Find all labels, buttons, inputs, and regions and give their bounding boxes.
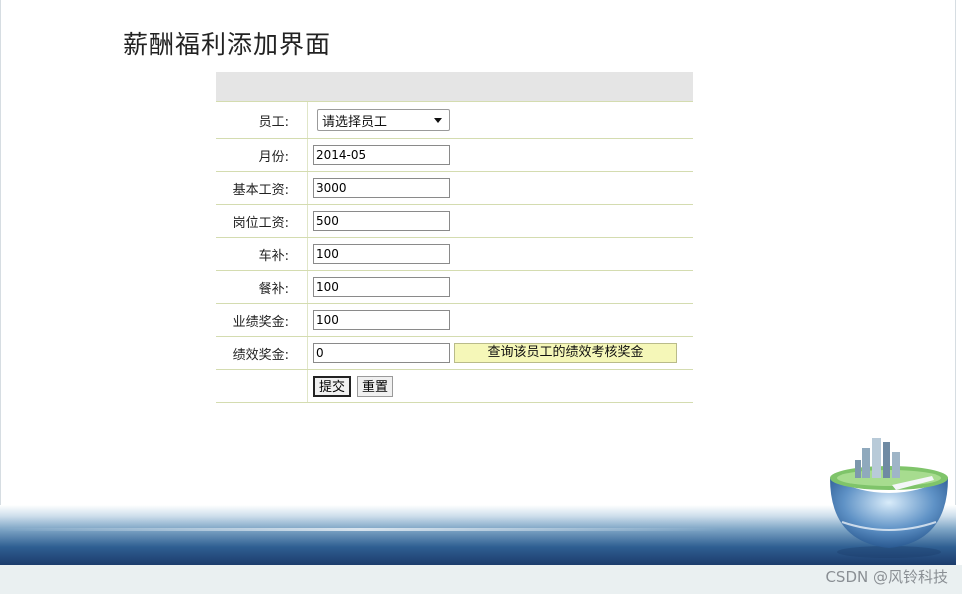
performance-bonus-input[interactable] — [313, 310, 450, 330]
meal-allowance-input[interactable] — [313, 277, 450, 297]
form-row-car-allowance: 车补: — [216, 238, 693, 271]
page-title: 薪酬福利添加界面 — [123, 30, 332, 59]
form-row-performance-bonus: 业绩奖金: — [216, 304, 693, 337]
employee-select-value: 请选择员工 — [322, 114, 388, 130]
month-input[interactable] — [313, 145, 450, 165]
base-salary-input[interactable] — [313, 178, 450, 198]
merit-bonus-label: 绩效奖金: — [216, 337, 308, 369]
meal-allowance-label: 餐补: — [216, 271, 308, 303]
performance-bonus-label: 业绩奖金: — [216, 304, 308, 336]
employee-label: 员工: — [216, 102, 308, 138]
form-row-actions: 提交 重置 — [216, 370, 693, 403]
footer-light-streak — [0, 528, 720, 531]
salary-form: 员工: 请选择员工 月份: 基本工资: 岗位工资: 车补: 餐补: — [216, 72, 693, 403]
form-row-position-salary: 岗位工资: — [216, 205, 693, 238]
form-row-month: 月份: — [216, 139, 693, 172]
city-globe-icon — [830, 438, 948, 558]
chevron-down-icon — [434, 117, 442, 123]
position-salary-label: 岗位工资: — [216, 205, 308, 237]
query-merit-bonus-button[interactable]: 查询该员工的绩效考核奖金 — [454, 343, 677, 363]
form-row-base-salary: 基本工资: — [216, 172, 693, 205]
actions-label-cell — [216, 370, 308, 402]
form-header — [216, 72, 693, 102]
form-row-employee: 员工: 请选择员工 — [216, 102, 693, 139]
watermark: CSDN @风铃科技 — [825, 568, 948, 586]
form-row-merit-bonus: 绩效奖金: 查询该员工的绩效考核奖金 — [216, 337, 693, 370]
form-row-meal-allowance: 餐补: — [216, 271, 693, 304]
base-salary-label: 基本工资: — [216, 172, 308, 204]
employee-select[interactable]: 请选择员工 — [317, 109, 450, 131]
reset-button[interactable]: 重置 — [357, 375, 394, 397]
month-label: 月份: — [216, 139, 308, 171]
car-allowance-input[interactable] — [313, 244, 450, 264]
car-allowance-label: 车补: — [216, 238, 308, 270]
merit-bonus-input[interactable] — [313, 343, 450, 363]
submit-button[interactable]: 提交 — [313, 375, 352, 397]
bottom-strip — [0, 565, 962, 594]
position-salary-input[interactable] — [313, 211, 450, 231]
footer-banner — [0, 505, 956, 565]
